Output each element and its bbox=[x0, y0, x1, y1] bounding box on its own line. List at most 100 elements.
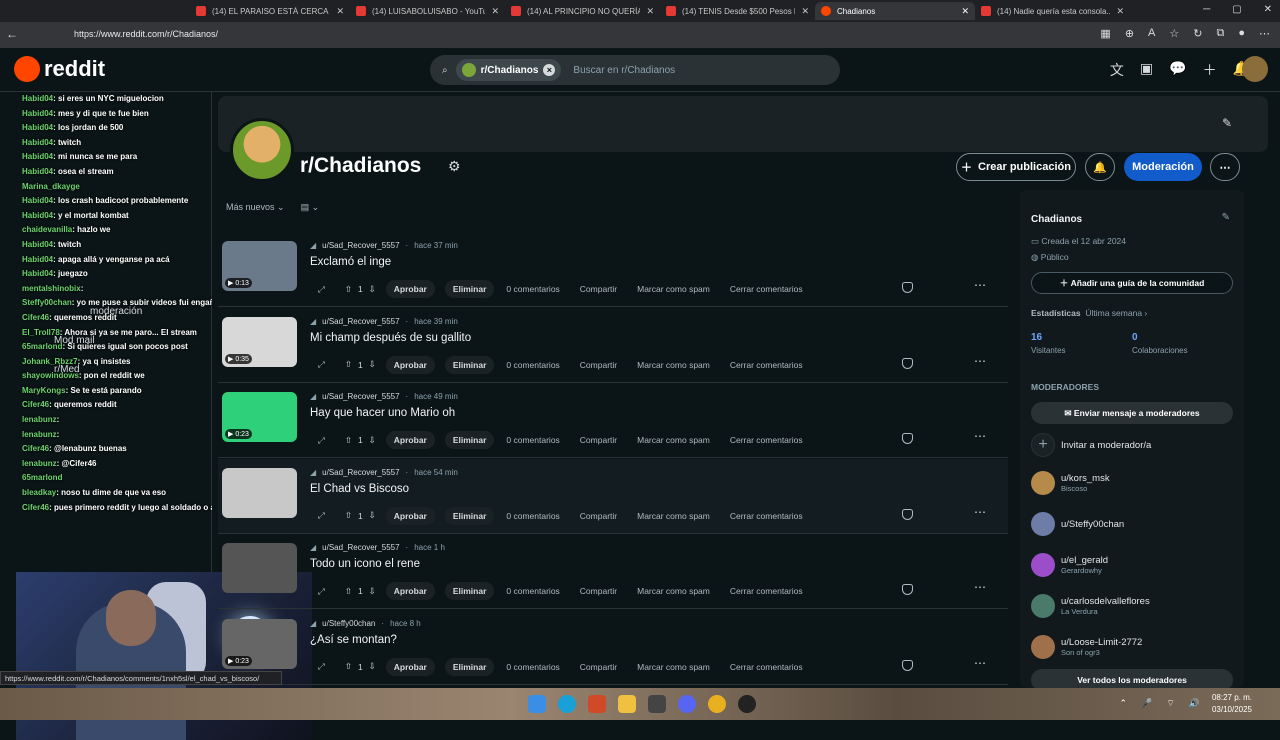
obs-icon[interactable] bbox=[738, 695, 756, 713]
browser-tab[interactable]: Chadianos ✕ bbox=[815, 2, 975, 20]
mark-spam-button[interactable]: Marcar como spam bbox=[637, 586, 710, 596]
lock-comments-button[interactable]: Cerrar comentarios bbox=[730, 662, 803, 672]
approve-button[interactable]: Aprobar bbox=[385, 657, 435, 676]
edit-about-icon[interactable]: ✎ bbox=[1222, 212, 1230, 223]
approve-button[interactable]: Aprobar bbox=[385, 355, 435, 374]
discord-icon[interactable] bbox=[678, 695, 696, 713]
mark-spam-button[interactable]: Marcar como spam bbox=[637, 360, 710, 370]
downvote-icon[interactable]: ⇩ bbox=[369, 435, 376, 446]
lock-comments-button[interactable]: Cerrar comentarios bbox=[730, 511, 803, 521]
favorite-star-icon[interactable]: ☆ bbox=[1169, 27, 1179, 40]
shield-icon[interactable] bbox=[902, 433, 913, 444]
upvote-icon[interactable]: ⇧ bbox=[345, 586, 352, 597]
post-more-icon[interactable]: ⋯ bbox=[974, 354, 986, 368]
mark-spam-button[interactable]: Marcar como spam bbox=[637, 435, 710, 445]
post-thumbnail[interactable] bbox=[222, 467, 297, 518]
post-thumbnail[interactable]: ▶ 0:13 bbox=[222, 241, 297, 291]
post-author[interactable]: u/Steffy00chan bbox=[322, 619, 375, 628]
community-search-chip[interactable]: r/Chadianos × bbox=[455, 59, 562, 81]
search-input[interactable]: Buscar en r/Chadianos bbox=[573, 65, 675, 76]
shield-icon[interactable] bbox=[902, 584, 913, 595]
post-thumbnail[interactable] bbox=[222, 543, 297, 593]
notifications-bell-button[interactable]: 🔔 bbox=[1085, 153, 1115, 181]
tab-close-icon[interactable]: ✕ bbox=[646, 6, 654, 17]
share-button[interactable]: Compartir bbox=[580, 511, 617, 521]
browser-tab[interactable]: (14) TENIS Desde $500 Pesos Lo ✕ bbox=[660, 2, 815, 20]
tab-close-icon[interactable]: ✕ bbox=[801, 6, 809, 17]
sidebar-item-moderacion[interactable]: moderación bbox=[90, 306, 142, 317]
shield-icon[interactable] bbox=[902, 659, 913, 671]
translate-icon[interactable]: 文 bbox=[1110, 60, 1124, 80]
edit-banner-icon[interactable]: ✎ bbox=[1222, 116, 1232, 130]
mod-tools-icon[interactable]: ▣ bbox=[1140, 60, 1153, 80]
zoom-icon[interactable]: ⊕ bbox=[1125, 27, 1134, 40]
post-title[interactable]: Todo un icono el rene bbox=[310, 558, 420, 570]
approve-button[interactable]: Aprobar bbox=[385, 582, 435, 600]
browser-tab[interactable]: (14) AL PRINCIPIO NO QUERÍA S ✕ bbox=[505, 2, 660, 20]
start-icon[interactable] bbox=[528, 695, 546, 713]
sidebar-item-med[interactable]: r/Med bbox=[54, 364, 80, 375]
browser-tab[interactable]: (14) Nadie quería esta consola... ✕ bbox=[975, 2, 1130, 20]
tray-chevron-icon[interactable]: ⌃ bbox=[1120, 698, 1128, 709]
post-item[interactable]: ▶ 0:23 ◢ u/Steffy00chan · hace 8 h ¿Así se mo… bbox=[218, 610, 1008, 685]
post-more-icon[interactable]: ⋯ bbox=[974, 278, 986, 292]
post-more-icon[interactable]: ⋯ bbox=[974, 505, 986, 519]
moderation-button[interactable]: Moderación bbox=[1124, 153, 1202, 181]
post-title[interactable]: Hay que hacer uno Mario oh bbox=[310, 407, 455, 419]
post-thumbnail[interactable]: ▶ 0:23 bbox=[222, 618, 297, 669]
chat-icon[interactable]: 💬 bbox=[1169, 60, 1186, 80]
upvote-icon[interactable]: ⇧ bbox=[345, 661, 352, 672]
close-window-icon[interactable]: ✕ bbox=[1264, 4, 1272, 15]
post-author[interactable]: u/Sad_Recover_5557 bbox=[322, 241, 399, 250]
expand-icon[interactable]: ⤢ bbox=[318, 359, 325, 370]
browser-tab[interactable]: (14) EL PARAISO ESTÁ CERCA DE ✕ bbox=[190, 2, 350, 20]
post-item[interactable]: ◢ u/Sad_Recover_5557 · hace 54 min El Chad v… bbox=[218, 458, 1008, 534]
shield-icon[interactable] bbox=[902, 508, 913, 520]
expand-icon[interactable]: ⤢ bbox=[318, 435, 325, 446]
stats-period[interactable]: Última semana bbox=[1085, 308, 1142, 318]
edge-icon[interactable] bbox=[558, 695, 576, 713]
shield-icon[interactable] bbox=[902, 282, 913, 293]
reddit-logo[interactable]: reddit bbox=[14, 56, 105, 82]
share-button[interactable]: Compartir bbox=[580, 435, 617, 445]
share-button[interactable]: Compartir bbox=[580, 586, 617, 596]
post-author[interactable]: u/Sad_Recover_5557 bbox=[322, 392, 399, 401]
extensions-icon[interactable]: ⧉ bbox=[1216, 27, 1224, 40]
post-item[interactable]: ▶ 0:35 ◢ u/Sad_Recover_5557 · hace 39 min Mi … bbox=[218, 308, 1008, 383]
refresh-icon[interactable]: ↻ bbox=[1193, 27, 1202, 40]
downvote-icon[interactable]: ⇩ bbox=[369, 359, 376, 370]
invite-mod-link[interactable]: + Invitar a moderador/a bbox=[1031, 432, 1151, 458]
remove-button[interactable]: Eliminar bbox=[444, 657, 495, 676]
moderator-item[interactable]: u/carlosdelvalleflores La Verdura bbox=[1031, 593, 1150, 619]
tab-close-icon[interactable]: ✕ bbox=[961, 6, 969, 17]
add-community-guide-button[interactable]: ＋ Añadir una guía de la comunidad bbox=[1031, 272, 1233, 294]
share-button[interactable]: Compartir bbox=[580, 360, 617, 370]
upvote-icon[interactable]: ⇧ bbox=[345, 284, 352, 295]
sort-dropdown[interactable]: Más nuevos ⌄ bbox=[226, 202, 285, 213]
url-field[interactable]: https://www.reddit.com/r/Chadianos/ bbox=[74, 29, 218, 39]
tray-wifi-icon[interactable]: ⌔ bbox=[1166, 698, 1174, 709]
moderator-item[interactable]: u/kors_msk Biscoso bbox=[1031, 470, 1110, 496]
clock[interactable]: 08:27 p. m. 03/10/2025 bbox=[1212, 692, 1252, 716]
downvote-icon[interactable]: ⇩ bbox=[369, 661, 376, 672]
comments-link[interactable]: 0 comentarios bbox=[506, 511, 559, 521]
apps-icon[interactable]: ▦ bbox=[1100, 27, 1110, 40]
downvote-icon[interactable]: ⇩ bbox=[369, 284, 376, 295]
comments-link[interactable]: 0 comentarios bbox=[506, 435, 559, 445]
create-icon[interactable]: ＋ bbox=[1203, 60, 1217, 80]
upvote-icon[interactable]: ⇧ bbox=[345, 359, 352, 370]
lock-comments-button[interactable]: Cerrar comentarios bbox=[730, 586, 803, 596]
expand-icon[interactable]: ⤢ bbox=[318, 510, 325, 521]
tray-mic-icon[interactable]: 🎤 bbox=[1141, 698, 1152, 709]
post-item[interactable]: ◢ u/Sad_Recover_5557 · hace 1 h Todo un icon… bbox=[218, 534, 1008, 609]
share-button[interactable]: Compartir bbox=[580, 662, 617, 672]
tab-close-icon[interactable]: ✕ bbox=[491, 6, 499, 17]
remove-button[interactable]: Eliminar bbox=[444, 582, 495, 600]
search-bar[interactable]: ⌕ r/Chadianos × Buscar en r/Chadianos bbox=[430, 55, 840, 85]
remove-button[interactable]: Eliminar bbox=[444, 506, 495, 525]
expand-icon[interactable]: ⤢ bbox=[318, 586, 325, 597]
read-aloud-icon[interactable]: A bbox=[1148, 27, 1155, 40]
post-item[interactable]: ▶ 0:23 ◢ u/Sad_Recover_5557 · hace 49 min Hay… bbox=[218, 383, 1008, 458]
expand-icon[interactable]: ⤢ bbox=[318, 661, 325, 672]
post-thumbnail[interactable]: ▶ 0:35 bbox=[222, 316, 297, 367]
